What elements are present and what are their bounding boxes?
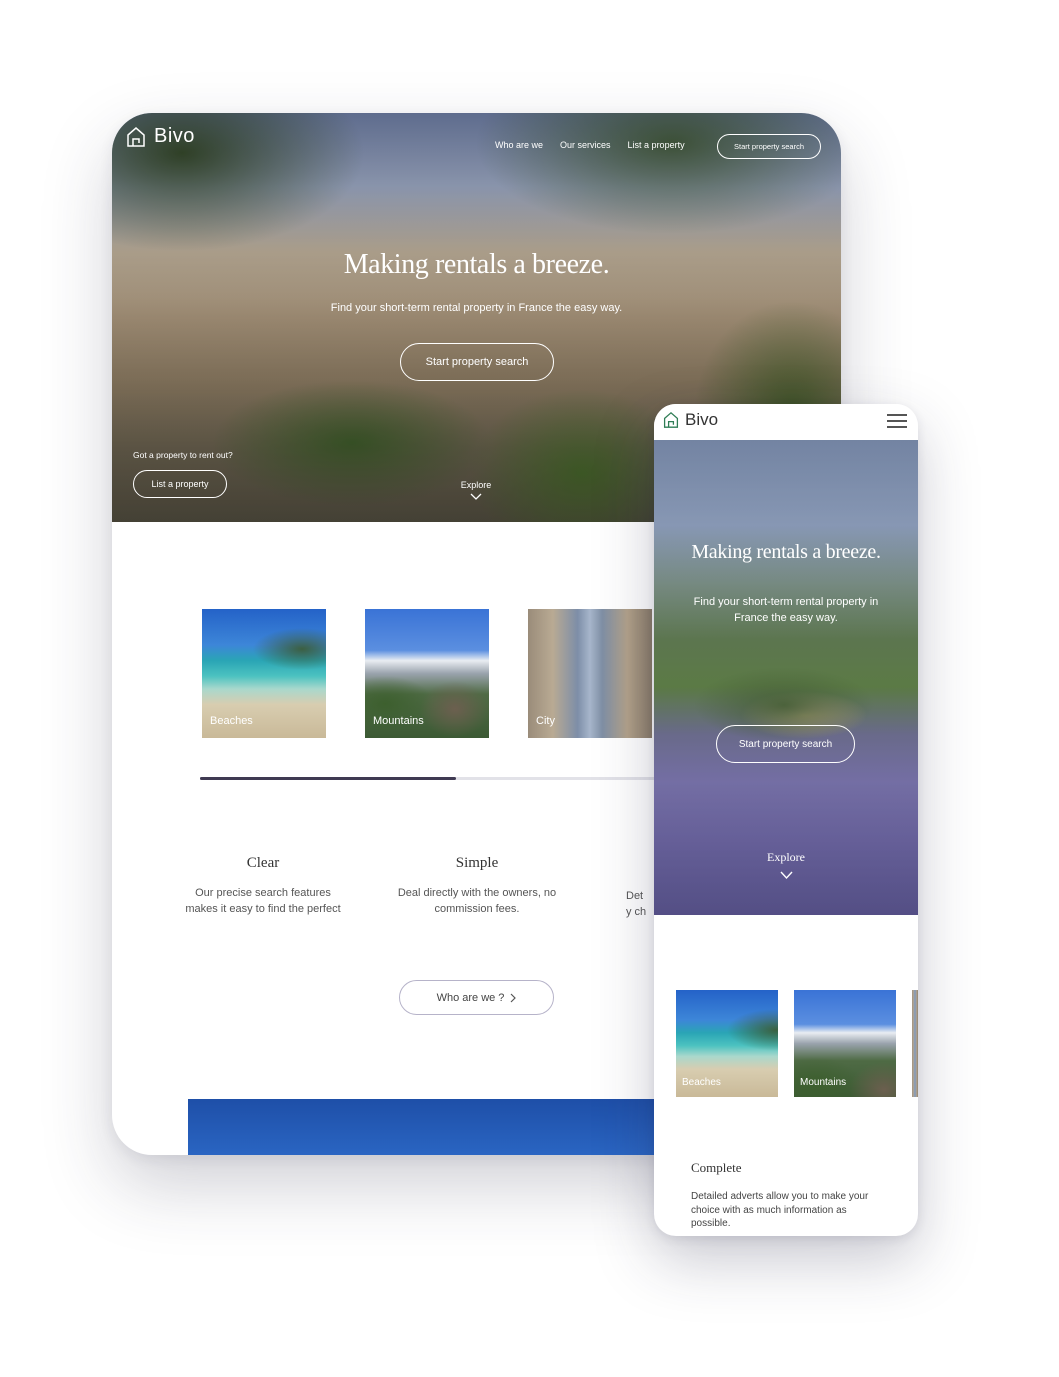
nav-search-button[interactable]: Start property search	[717, 134, 821, 159]
house-icon	[127, 126, 145, 147]
category-card-mountains[interactable]: Mountains	[794, 990, 896, 1097]
explore-link[interactable]: Explore	[456, 480, 496, 501]
category-label: City	[536, 715, 555, 727]
category-card-beaches[interactable]: Beaches	[676, 990, 778, 1097]
brand-name: Bivo	[685, 410, 719, 429]
top-nav: Who are we Our services List a property	[495, 140, 685, 150]
carousel-scrollbar-thumb[interactable]	[200, 777, 457, 780]
owner-prompt: Got a property to rent out?	[133, 450, 233, 460]
nav-who-are-we[interactable]: Who are we	[495, 140, 543, 150]
explore-link[interactable]: Explore	[754, 850, 818, 880]
feature-clear: Clear Our precise search features makes …	[183, 855, 343, 917]
category-label: Mountains	[800, 1077, 847, 1088]
category-label: Beaches	[210, 715, 253, 727]
category-label: Beaches	[682, 1077, 721, 1088]
nav-list-property[interactable]: List a property	[628, 140, 685, 150]
hero-subtitle: Find your short-term rental property in …	[330, 302, 623, 314]
brand-name: Bivo	[154, 125, 195, 147]
category-card-partial[interactable]	[912, 990, 918, 1097]
explore-label: Explore	[767, 850, 805, 864]
list-property-button[interactable]: List a property	[133, 470, 227, 498]
who-are-we-label: Who are we ?	[436, 991, 505, 1004]
chevron-down-icon	[470, 493, 482, 500]
chevron-right-icon	[511, 993, 517, 1002]
logo[interactable]: Bivo	[126, 125, 195, 148]
category-card-city[interactable]: City	[528, 609, 652, 738]
category-label: Mountains	[373, 715, 424, 727]
house-icon	[663, 411, 679, 428]
feature-desc: Our precise search features makes it eas…	[185, 887, 341, 915]
chevron-down-icon	[779, 871, 793, 880]
feature-desc: Detailed adverts allow you to make your …	[691, 1191, 869, 1229]
hero-search-button[interactable]: Start property search	[400, 343, 554, 381]
hero-subtitle: Find your short-term rental property in …	[693, 596, 879, 624]
category-card-mountains[interactable]: Mountains	[365, 609, 489, 738]
feature-desc: Deal directly with the owners, no commis…	[397, 887, 557, 915]
feature-title: Complete	[691, 1160, 742, 1175]
who-are-we-button[interactable]: Who are we ?	[399, 980, 554, 1015]
feature-desc: Det y ch	[626, 890, 647, 918]
feature-title: Simple	[455, 855, 499, 871]
hero-title: Making rentals a breeze.	[691, 541, 881, 563]
logo[interactable]: Bivo	[663, 410, 718, 430]
feature-title: Clear	[246, 855, 280, 871]
hamburger-menu-icon[interactable]	[887, 413, 907, 429]
mobile-hero-section: Making rentals a breeze. Find your short…	[654, 440, 918, 915]
mobile-header: Bivo	[654, 404, 918, 440]
category-card-beaches[interactable]: Beaches	[202, 609, 326, 738]
phone-mockup: Bivo Making rentals a breeze. Find your …	[654, 404, 918, 1236]
hero-title: Making rentals a breeze.	[343, 249, 610, 280]
explore-label: Explore	[460, 480, 492, 490]
nav-our-services[interactable]: Our services	[560, 140, 611, 150]
feature-simple: Simple Deal directly with the owners, no…	[397, 855, 557, 917]
hero-search-button[interactable]: Start property search	[716, 725, 855, 763]
